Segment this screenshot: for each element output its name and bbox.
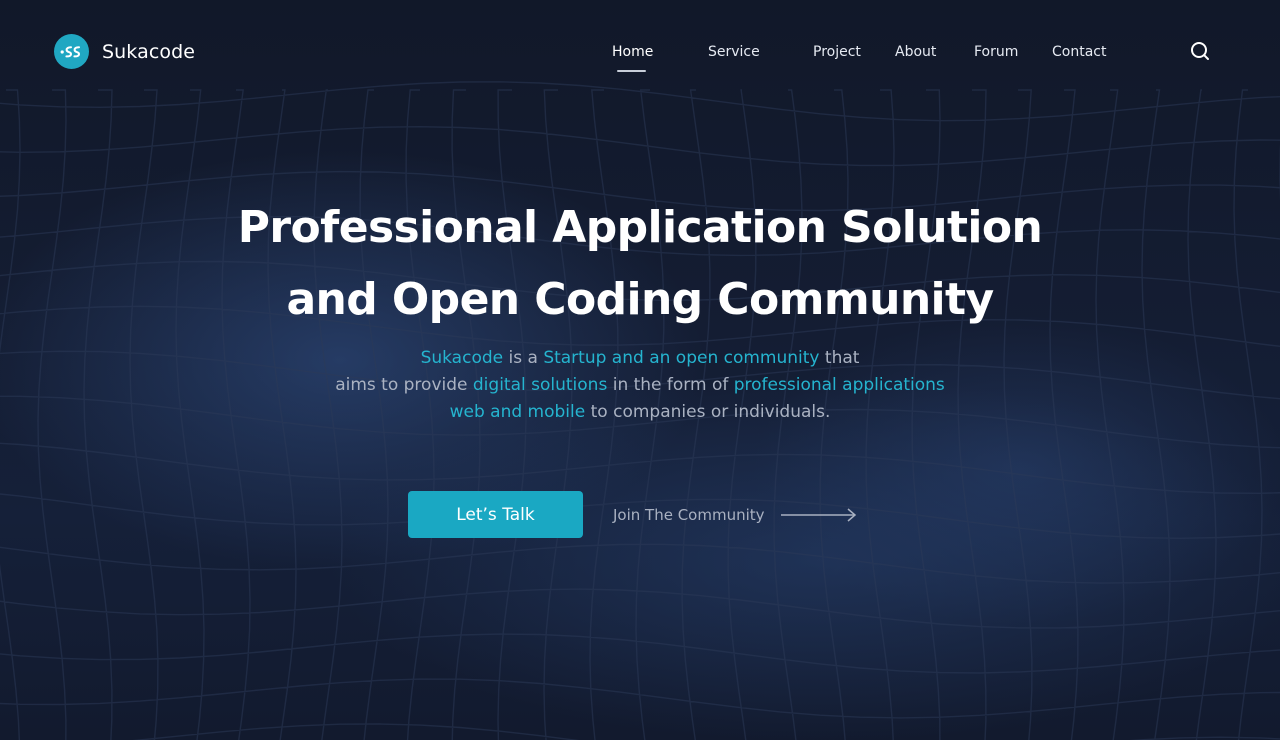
join-community-label: Join The Community bbox=[613, 506, 765, 524]
hero-title-line-2: and Open Coding Community bbox=[286, 274, 994, 325]
nav-item-forum[interactable]: Forum bbox=[974, 44, 1018, 60]
desc-highlight: web and mobile bbox=[449, 402, 586, 422]
landing-page: Sukacode Home Service Project About Foru… bbox=[0, 0, 1280, 740]
desc-highlight: Sukacode bbox=[420, 348, 504, 368]
arrow-right-icon bbox=[780, 508, 856, 522]
hero-description-line-2: aims to provide digital solutions in the… bbox=[240, 372, 1040, 399]
nav-item-service[interactable]: Service bbox=[708, 44, 760, 60]
desc-text: to companies or individuals. bbox=[585, 402, 831, 422]
nav-item-home[interactable]: Home bbox=[612, 44, 653, 60]
hero-title-line-1: Professional Application Solution bbox=[237, 202, 1043, 253]
desc-text: in the form of bbox=[607, 375, 734, 395]
desc-highlight: professional applications bbox=[733, 375, 945, 395]
hero-description: Sukacode is a Startup and an open commun… bbox=[240, 345, 1040, 426]
desc-text: is a bbox=[503, 348, 544, 368]
join-community-link[interactable]: Join The Community bbox=[613, 502, 857, 528]
desc-highlight: digital solutions bbox=[472, 375, 608, 395]
hero-description-line-3: web and mobile to companies or individua… bbox=[240, 399, 1040, 426]
hero-description-line-1: Sukacode is a Startup and an open commun… bbox=[240, 345, 1040, 372]
lets-talk-button[interactable]: Let’s Talk bbox=[408, 491, 583, 538]
desc-highlight: Startup and an open community bbox=[543, 348, 820, 368]
active-nav-indicator bbox=[617, 70, 646, 72]
nav-item-contact[interactable]: Contact bbox=[1052, 44, 1106, 60]
hero-title: Professional Application Solution and Op… bbox=[0, 192, 1280, 336]
desc-text: aims to provide bbox=[335, 375, 473, 395]
nav-item-project[interactable]: Project bbox=[813, 44, 861, 60]
nav-item-about[interactable]: About bbox=[895, 44, 936, 60]
search-icon[interactable] bbox=[1189, 40, 1211, 62]
desc-text: that bbox=[819, 348, 860, 368]
